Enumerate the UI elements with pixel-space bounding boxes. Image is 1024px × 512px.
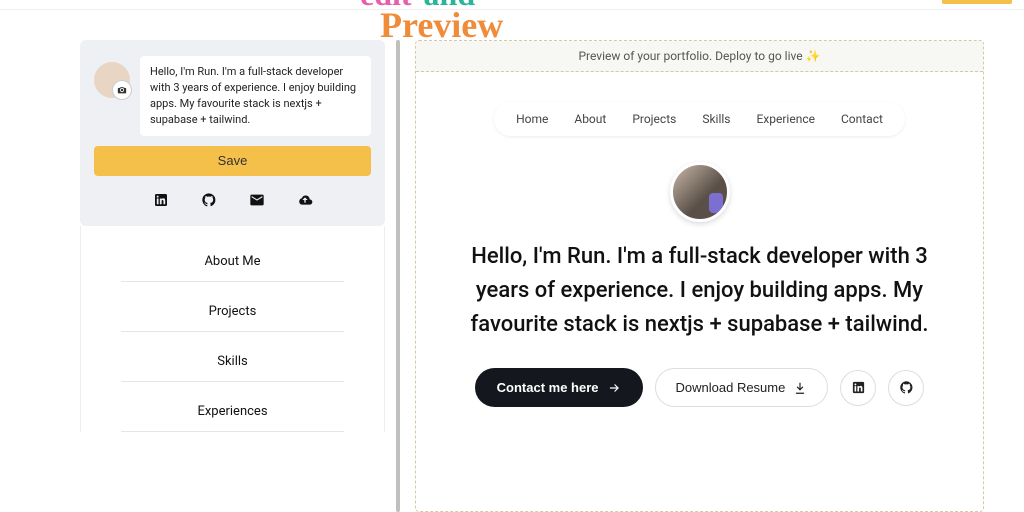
section-list: About Me Projects Skills Experiences xyxy=(80,226,385,432)
nav-skills[interactable]: Skills xyxy=(702,112,730,126)
nav-projects[interactable]: Projects xyxy=(632,112,676,126)
preview-nav: Home About Projects Skills Experience Co… xyxy=(494,102,905,136)
nav-about[interactable]: About xyxy=(574,112,606,126)
cloud-upload-icon[interactable] xyxy=(297,192,313,208)
bio-input[interactable]: Hello, I'm Run. I'm a full-stack develop… xyxy=(140,56,371,136)
github-icon xyxy=(899,380,914,395)
linkedin-icon[interactable] xyxy=(153,192,169,208)
save-button[interactable]: Save xyxy=(94,146,371,176)
preview-banner: Preview of your portfolio. Deploy to go … xyxy=(416,41,983,72)
hero-intro-text: Hello, I'm Run. I'm a full-stack develop… xyxy=(456,240,943,342)
linkedin-icon xyxy=(851,380,866,395)
arrow-right-icon xyxy=(607,381,621,395)
editor-panel: Hello, I'm Run. I'm a full-stack develop… xyxy=(80,40,385,512)
section-projects[interactable]: Projects xyxy=(121,282,344,332)
section-about[interactable]: About Me xyxy=(121,226,344,282)
camera-icon xyxy=(115,83,129,97)
contact-button[interactable]: Contact me here xyxy=(475,368,643,407)
download-resume-button[interactable]: Download Resume xyxy=(655,368,829,407)
nav-home[interactable]: Home xyxy=(516,112,548,126)
preview-panel: Preview of your portfolio. Deploy to go … xyxy=(415,40,984,512)
download-icon xyxy=(793,381,807,395)
linkedin-link[interactable] xyxy=(840,370,876,406)
hero-avatar xyxy=(670,162,730,222)
section-experiences[interactable]: Experiences xyxy=(121,382,344,432)
nav-experience[interactable]: Experience xyxy=(756,112,815,126)
github-link[interactable] xyxy=(888,370,924,406)
section-skills[interactable]: Skills xyxy=(121,332,344,382)
email-icon[interactable] xyxy=(249,192,265,208)
github-icon[interactable] xyxy=(201,192,217,208)
nav-contact[interactable]: Contact xyxy=(841,112,883,126)
avatar-upload[interactable] xyxy=(94,62,130,98)
